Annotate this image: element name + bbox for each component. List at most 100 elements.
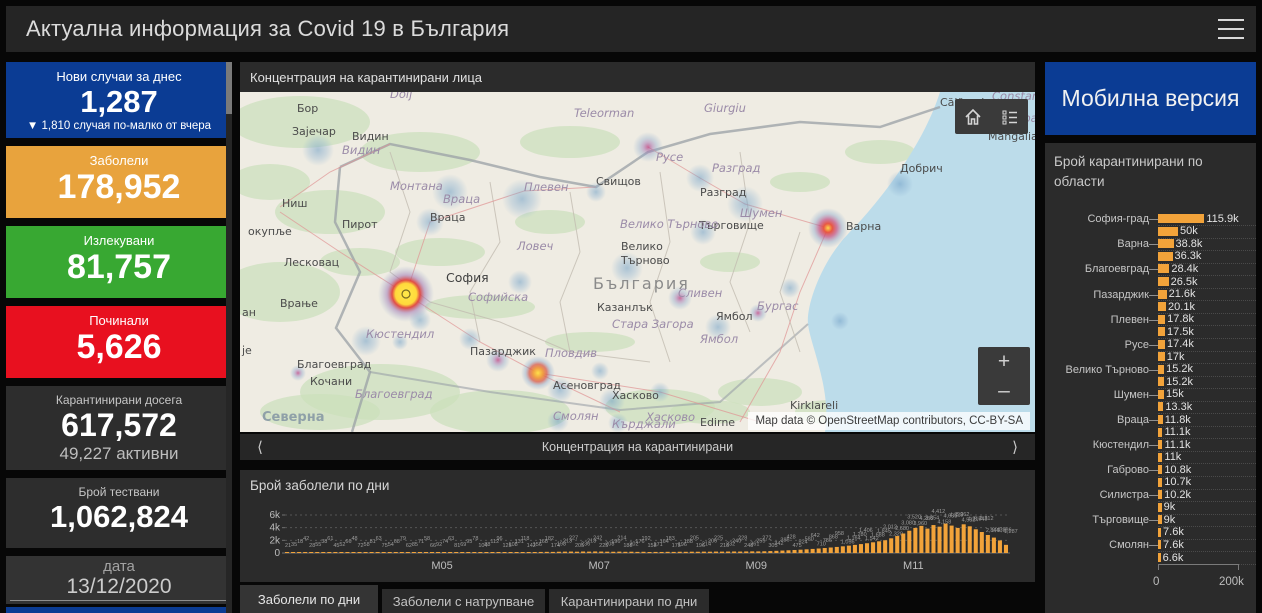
daily-bar[interactable] — [786, 550, 791, 553]
map-canvas[interactable]: Бор Зајечар ВидинВидин Dolj Teleorman Giurgiu… — [240, 92, 1035, 432]
daily-bar[interactable] — [562, 551, 567, 553]
daily-bar[interactable] — [701, 551, 706, 553]
daily-bar[interactable] — [309, 552, 314, 553]
date-slicer[interactable]: дата 13/12/2020 — [6, 556, 232, 604]
daily-bar[interactable] — [858, 544, 863, 553]
daily-bar[interactable] — [611, 551, 616, 553]
daily-bar[interactable] — [303, 552, 308, 553]
daily-bar[interactable] — [635, 551, 640, 553]
daily-bar[interactable] — [883, 540, 888, 553]
daily-bar[interactable] — [871, 542, 876, 553]
daily-bar[interactable] — [713, 551, 718, 553]
tab-daily-quarantined[interactable]: Карантинирани по дни — [549, 589, 709, 613]
region-bar[interactable] — [1158, 289, 1167, 299]
daily-bar[interactable] — [695, 551, 700, 553]
legend-icon[interactable] — [999, 106, 1021, 128]
region-bar[interactable] — [1158, 402, 1164, 412]
daily-bar[interactable] — [997, 540, 1002, 553]
region-bar[interactable] — [1158, 502, 1162, 512]
daily-bar[interactable] — [641, 551, 646, 553]
daily-bar[interactable] — [345, 552, 350, 553]
tab-daily-cases[interactable]: Заболели по дни — [240, 585, 378, 613]
region-bar[interactable] — [1158, 364, 1165, 374]
region-bar[interactable] — [1158, 327, 1165, 337]
daily-bar[interactable] — [629, 551, 634, 553]
region-bar[interactable] — [1158, 515, 1162, 525]
daily-bar[interactable] — [798, 549, 803, 553]
region-bar[interactable] — [1158, 339, 1165, 349]
daily-bar[interactable] — [478, 552, 483, 553]
daily-bar[interactable] — [913, 527, 918, 553]
daily-bar[interactable] — [744, 551, 749, 553]
daily-bar[interactable] — [460, 552, 465, 553]
daily-bar[interactable] — [285, 552, 290, 553]
daily-bar[interactable] — [852, 544, 857, 553]
daily-bar[interactable] — [756, 551, 761, 553]
daily-bar[interactable] — [454, 552, 459, 553]
region-bar[interactable] — [1158, 527, 1162, 537]
daily-bar[interactable] — [520, 552, 525, 553]
daily-bar[interactable] — [291, 552, 296, 553]
daily-bar[interactable] — [315, 552, 320, 553]
daily-bar[interactable] — [810, 548, 815, 553]
daily-bar[interactable] — [846, 545, 851, 553]
daily-bar[interactable] — [955, 527, 960, 553]
region-bar[interactable] — [1158, 214, 1205, 224]
daily-bar[interactable] — [357, 552, 362, 553]
daily-bar[interactable] — [720, 551, 725, 553]
daily-bar[interactable] — [508, 552, 513, 553]
region-bar[interactable] — [1158, 440, 1163, 450]
daily-bar[interactable] — [442, 552, 447, 553]
daily-bar[interactable] — [448, 552, 453, 553]
daily-bar[interactable] — [387, 552, 392, 553]
daily-bar[interactable] — [907, 530, 912, 553]
daily-bar[interactable] — [617, 551, 622, 553]
region-bar[interactable] — [1158, 352, 1165, 362]
daily-bar[interactable] — [484, 552, 489, 553]
daily-bar[interactable] — [333, 552, 338, 553]
daily-bar[interactable] — [351, 552, 356, 553]
daily-bar[interactable] — [556, 551, 561, 553]
daily-bar[interactable] — [973, 529, 978, 553]
daily-bar[interactable] — [623, 551, 628, 553]
daily-bar[interactable] — [985, 534, 990, 553]
daily-bar[interactable] — [991, 537, 996, 553]
daily-bar[interactable] — [605, 551, 610, 553]
region-bar[interactable] — [1158, 452, 1163, 462]
region-bar[interactable] — [1158, 277, 1169, 286]
region-bar[interactable] — [1158, 477, 1163, 487]
daily-bar[interactable] — [436, 552, 441, 553]
daily-bar[interactable] — [581, 551, 586, 553]
region-bar[interactable] — [1158, 540, 1162, 550]
daily-bar[interactable] — [949, 525, 954, 553]
daily-bar[interactable] — [659, 551, 664, 553]
region-bar[interactable] — [1158, 415, 1163, 425]
daily-bar[interactable] — [411, 552, 416, 553]
daily-bar[interactable] — [732, 551, 737, 553]
daily-bar[interactable] — [369, 552, 374, 553]
region-bar[interactable] — [1158, 226, 1178, 236]
daily-bar[interactable] — [816, 548, 821, 553]
daily-bar[interactable] — [375, 552, 380, 553]
daily-bar[interactable] — [840, 546, 845, 553]
region-bar[interactable] — [1158, 377, 1165, 387]
left-scrollbar[interactable] — [226, 62, 232, 613]
left-scrollbar-thumb[interactable] — [226, 62, 232, 114]
daily-bar[interactable] — [750, 551, 755, 553]
daily-bar[interactable] — [877, 541, 882, 553]
daily-bar[interactable] — [943, 523, 948, 553]
carousel-next-button[interactable]: ⟩ — [995, 434, 1035, 460]
daily-bar[interactable] — [339, 552, 344, 553]
daily-bar[interactable] — [514, 552, 519, 553]
daily-bar[interactable] — [671, 551, 676, 553]
daily-bar[interactable] — [961, 524, 966, 553]
daily-bar[interactable] — [822, 548, 827, 553]
daily-bar[interactable] — [417, 552, 422, 553]
daily-bar[interactable] — [665, 551, 670, 553]
heat-map[interactable]: Бор Зајечар Видин Видин Dolj Teleorman Giurgiu… — [240, 92, 1035, 432]
region-bar[interactable] — [1158, 553, 1161, 563]
carousel-prev-button[interactable]: ⟨ — [240, 434, 280, 460]
daily-bar[interactable] — [593, 551, 598, 553]
daily-bar[interactable] — [550, 551, 555, 553]
daily-bar[interactable] — [683, 551, 688, 553]
